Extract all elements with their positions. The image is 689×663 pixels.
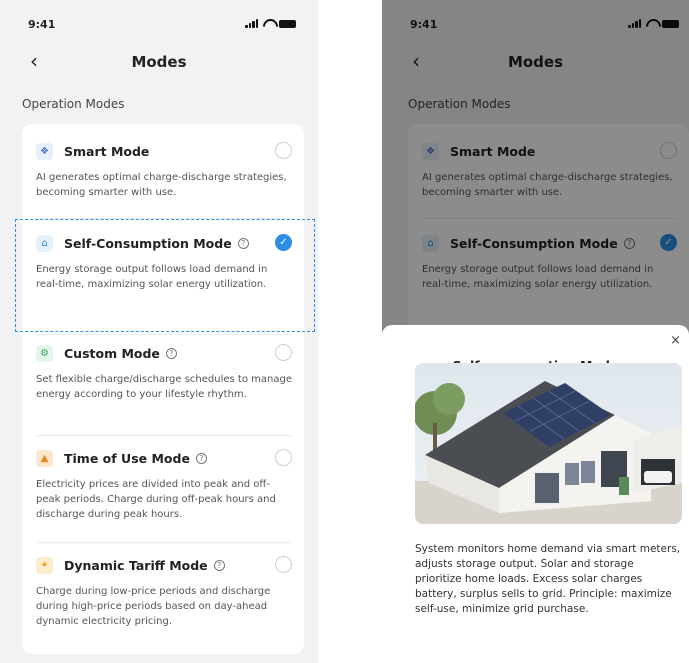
close-icon[interactable]: × <box>670 333 681 348</box>
divider <box>36 435 292 436</box>
mode-dynamic-tariff[interactable]: ✦ Dynamic Tariff Mode ? Charge during lo… <box>36 554 292 629</box>
sheet-description: System monitors home demand via smart me… <box>415 543 681 615</box>
mode-smart[interactable]: ❖ Smart Mode AI generates optimal charge… <box>36 140 292 200</box>
modes-screen: 9:41 ‹ Modes Operation Modes ❖ Smart Mod… <box>0 0 318 663</box>
mode-radio[interactable] <box>275 556 292 573</box>
wifi-icon <box>263 19 274 28</box>
status-time: 9:41 <box>28 18 56 31</box>
help-icon[interactable]: ? <box>213 559 225 571</box>
mode-time-of-use[interactable]: ▲ Time of Use Mode ? Electricity prices … <box>36 447 292 522</box>
mode-title: Dynamic Tariff Mode <box>64 557 208 573</box>
smart-mode-icon: ❖ <box>36 142 53 160</box>
help-icon[interactable]: ? <box>165 347 177 359</box>
mode-title: Custom Mode <box>64 345 160 361</box>
selection-highlight <box>15 219 315 332</box>
mode-description: Electricity prices are divided into peak… <box>36 479 276 520</box>
signal-icon <box>245 19 258 28</box>
section-label: Operation Modes <box>22 97 125 111</box>
modes-screen-with-sheet: 9:41 ‹ Modes Operation Modes ❖ Smart Mod… <box>382 0 689 663</box>
solar-house-illustration <box>415 363 682 524</box>
gear-icon: ⚙ <box>36 344 53 362</box>
mode-radio[interactable] <box>275 142 292 159</box>
solar-house-image <box>415 363 682 524</box>
page-title: Modes <box>131 53 187 71</box>
modes-card: ❖ Smart Mode AI generates optimal charge… <box>22 124 304 654</box>
tariff-icon: ✦ <box>36 556 53 574</box>
nav-bar: ‹ Modes <box>0 50 318 74</box>
battery-icon <box>279 20 296 28</box>
mode-radio[interactable] <box>275 344 292 361</box>
mode-custom[interactable]: ⚙ Custom Mode ? Set flexible charge/disc… <box>36 342 292 402</box>
mode-description: AI generates optimal charge-discharge st… <box>36 172 287 198</box>
help-icon[interactable]: ? <box>195 452 207 464</box>
divider <box>36 542 292 543</box>
clock-icon: ▲ <box>36 449 53 467</box>
mode-description: Set flexible charge/discharge schedules … <box>36 374 292 400</box>
mode-description: Charge during low-price periods and disc… <box>36 586 271 627</box>
status-bar: 9:41 <box>28 18 296 34</box>
mode-title: Time of Use Mode <box>64 450 190 466</box>
mode-radio[interactable] <box>275 449 292 466</box>
divider <box>36 334 292 335</box>
mode-title: Smart Mode <box>64 143 150 159</box>
